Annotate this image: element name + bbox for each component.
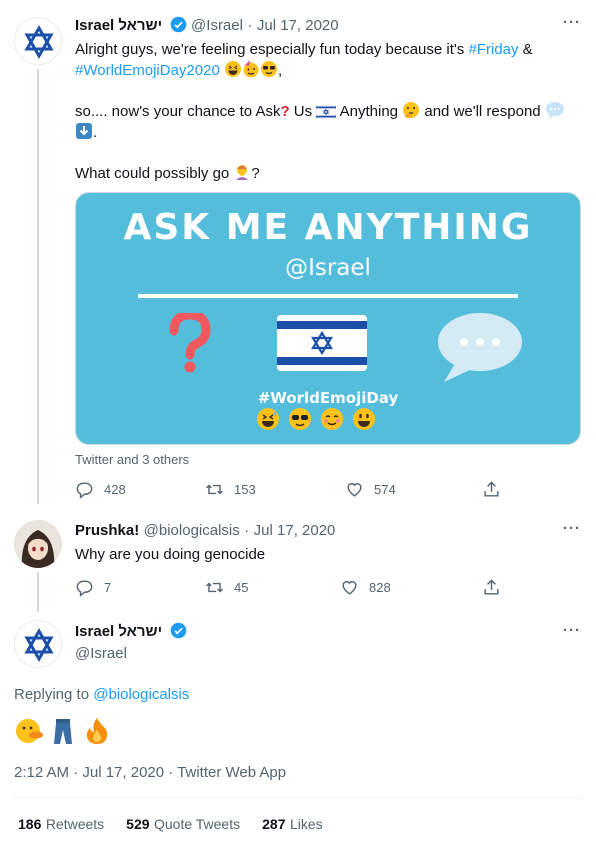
grinning-squinting-face-emoji-icon <box>224 61 241 77</box>
retweet-count: 153 <box>234 482 256 497</box>
replying-to: Replying to @biologicalsis <box>14 686 189 703</box>
retweet-action[interactable]: 153 <box>205 480 256 499</box>
retweet-count: 45 <box>234 580 249 595</box>
sunglasses-face-emoji-icon <box>260 61 277 77</box>
tweet-date[interactable]: Jul 17, 2020 <box>254 522 336 539</box>
replying-label: Replying to <box>14 686 94 703</box>
reply-icon <box>76 580 93 597</box>
israel-flag-emoji-icon <box>316 105 337 119</box>
like-action[interactable]: 574 <box>345 480 396 499</box>
stat-quote-tweets[interactable]: 529 Quote Tweets <box>126 816 240 834</box>
author-name[interactable]: Israel ישראל <box>75 623 162 640</box>
thread-line <box>37 69 39 504</box>
card-hashtag: #WorldEmojiDay <box>257 389 399 407</box>
author-handle[interactable]: @Israel <box>191 17 243 34</box>
grinning-sweat-emoji-icon <box>257 408 279 430</box>
verified-badge-icon <box>170 622 186 639</box>
woman-facepalming-emoji-icon <box>236 165 249 180</box>
tweet-text: and we'll respond <box>420 103 541 120</box>
more-options-icon[interactable]: ··· <box>563 14 581 31</box>
israel-flag-icon <box>277 315 367 371</box>
heart-icon <box>342 581 357 595</box>
star-of-david-icon <box>24 24 54 60</box>
separator: · <box>244 522 250 539</box>
jeans-emoji-icon <box>54 719 72 744</box>
anime-girl-avatar-icon <box>14 520 62 568</box>
star-of-david-icon <box>24 627 54 663</box>
tweet-text: Alright guys, we're feeling especially f… <box>75 41 469 58</box>
tweet-stats: 186 Retweets 529 Quote Tweets 287 Likes <box>18 816 323 834</box>
verified-badge-icon <box>170 16 186 33</box>
speech-balloon-emoji-icon <box>545 102 564 119</box>
thread-line <box>37 572 39 612</box>
author-name[interactable]: Israel ישראל <box>75 17 162 34</box>
avatar-israel[interactable] <box>14 17 62 65</box>
avatar-israel[interactable] <box>14 620 62 668</box>
retweet-icon <box>206 582 223 593</box>
tweet-date[interactable]: Jul 17, 2020 <box>257 17 339 34</box>
card-title: ASK ME ANYTHING <box>123 207 533 248</box>
question-mark-icon <box>169 313 211 373</box>
replying-to-handle[interactable]: @biologicalsis <box>93 686 189 703</box>
tweet2-text: Why are you doing genocide <box>75 546 266 563</box>
share-icon <box>484 481 499 497</box>
hashtag-worldemojiday2020[interactable]: #WorldEmojiDay2020 <box>75 62 220 79</box>
tweet2-header: Prushka! @biologicalsis · Jul 17, 2020 <box>75 522 335 540</box>
reply-count: 428 <box>104 482 126 497</box>
tweet1-header: Israel ישראל @Israel · Jul 17, 2020 <box>75 16 339 35</box>
like-count: 574 <box>374 482 396 497</box>
separator: · <box>247 17 253 34</box>
tweet1-body: Alright guys, we're feeling especially f… <box>75 40 575 184</box>
tweet-text: ? <box>251 165 260 182</box>
sunglasses-emoji-icon <box>289 408 311 430</box>
fire-emoji-icon <box>86 718 108 744</box>
stat-likes[interactable]: 287 Likes <box>262 816 323 834</box>
retweet-action[interactable]: 45 <box>205 578 248 597</box>
hashtag-friday[interactable]: #Friday <box>468 41 518 58</box>
share-action[interactable] <box>482 480 501 499</box>
reply-action[interactable]: 7 <box>75 578 111 597</box>
tweet-text: & <box>518 41 533 58</box>
reply-count: 7 <box>104 580 112 595</box>
share-action[interactable] <box>482 578 501 597</box>
card-emoji-row <box>256 407 376 431</box>
tweet-text: Anything <box>336 103 403 120</box>
like-action[interactable]: 828 <box>340 578 391 597</box>
card-divider <box>138 294 518 298</box>
reply-action[interactable]: 428 <box>75 480 126 499</box>
like-count: 828 <box>369 580 391 595</box>
avatar-prushka[interactable] <box>14 520 62 568</box>
retweet-icon <box>206 484 223 495</box>
thinking-face-emoji-icon <box>403 102 420 118</box>
share-icon <box>484 579 499 595</box>
tagged-users[interactable]: Twitter and 3 others <box>75 452 189 467</box>
tweet3-header: Israel ישראל <box>75 622 187 641</box>
more-options-icon[interactable]: ··· <box>563 622 581 639</box>
divider <box>14 797 582 798</box>
tweet-text: Us <box>289 103 317 120</box>
tweet-text: What could possibly go <box>75 165 234 182</box>
red-question-mark-emoji-icon: ? <box>280 103 290 120</box>
reply-icon <box>76 482 93 499</box>
smiling-blush-emoji-icon <box>321 408 343 430</box>
tweet-image-card[interactable]: ASK ME ANYTHING @Israel #WorldEmojiDay <box>75 192 581 445</box>
stat-retweets[interactable]: 186 Retweets <box>18 816 104 834</box>
tweet-text: so.... now's your chance to Ask <box>75 103 281 120</box>
partying-face-emoji-icon <box>243 60 259 78</box>
heart-icon <box>347 483 362 497</box>
author-handle[interactable]: @biologicalsis <box>144 522 240 539</box>
down-arrow-button-emoji-icon <box>76 123 92 139</box>
author-handle[interactable]: @Israel <box>75 645 127 662</box>
more-options-icon[interactable]: ··· <box>563 520 581 537</box>
duck-face-emoji-icon <box>16 719 43 743</box>
grinning-face-emoji-icon <box>353 408 375 430</box>
speech-bubble-icon <box>438 313 522 382</box>
author-name[interactable]: Prushka! <box>75 522 139 539</box>
tweet-timestamp[interactable]: 2:12 AM · Jul 17, 2020 · Twitter Web App <box>14 764 286 781</box>
card-handle: @Israel <box>285 255 371 281</box>
tweet-text: . <box>93 124 98 141</box>
tweet3-emojis <box>14 716 112 746</box>
